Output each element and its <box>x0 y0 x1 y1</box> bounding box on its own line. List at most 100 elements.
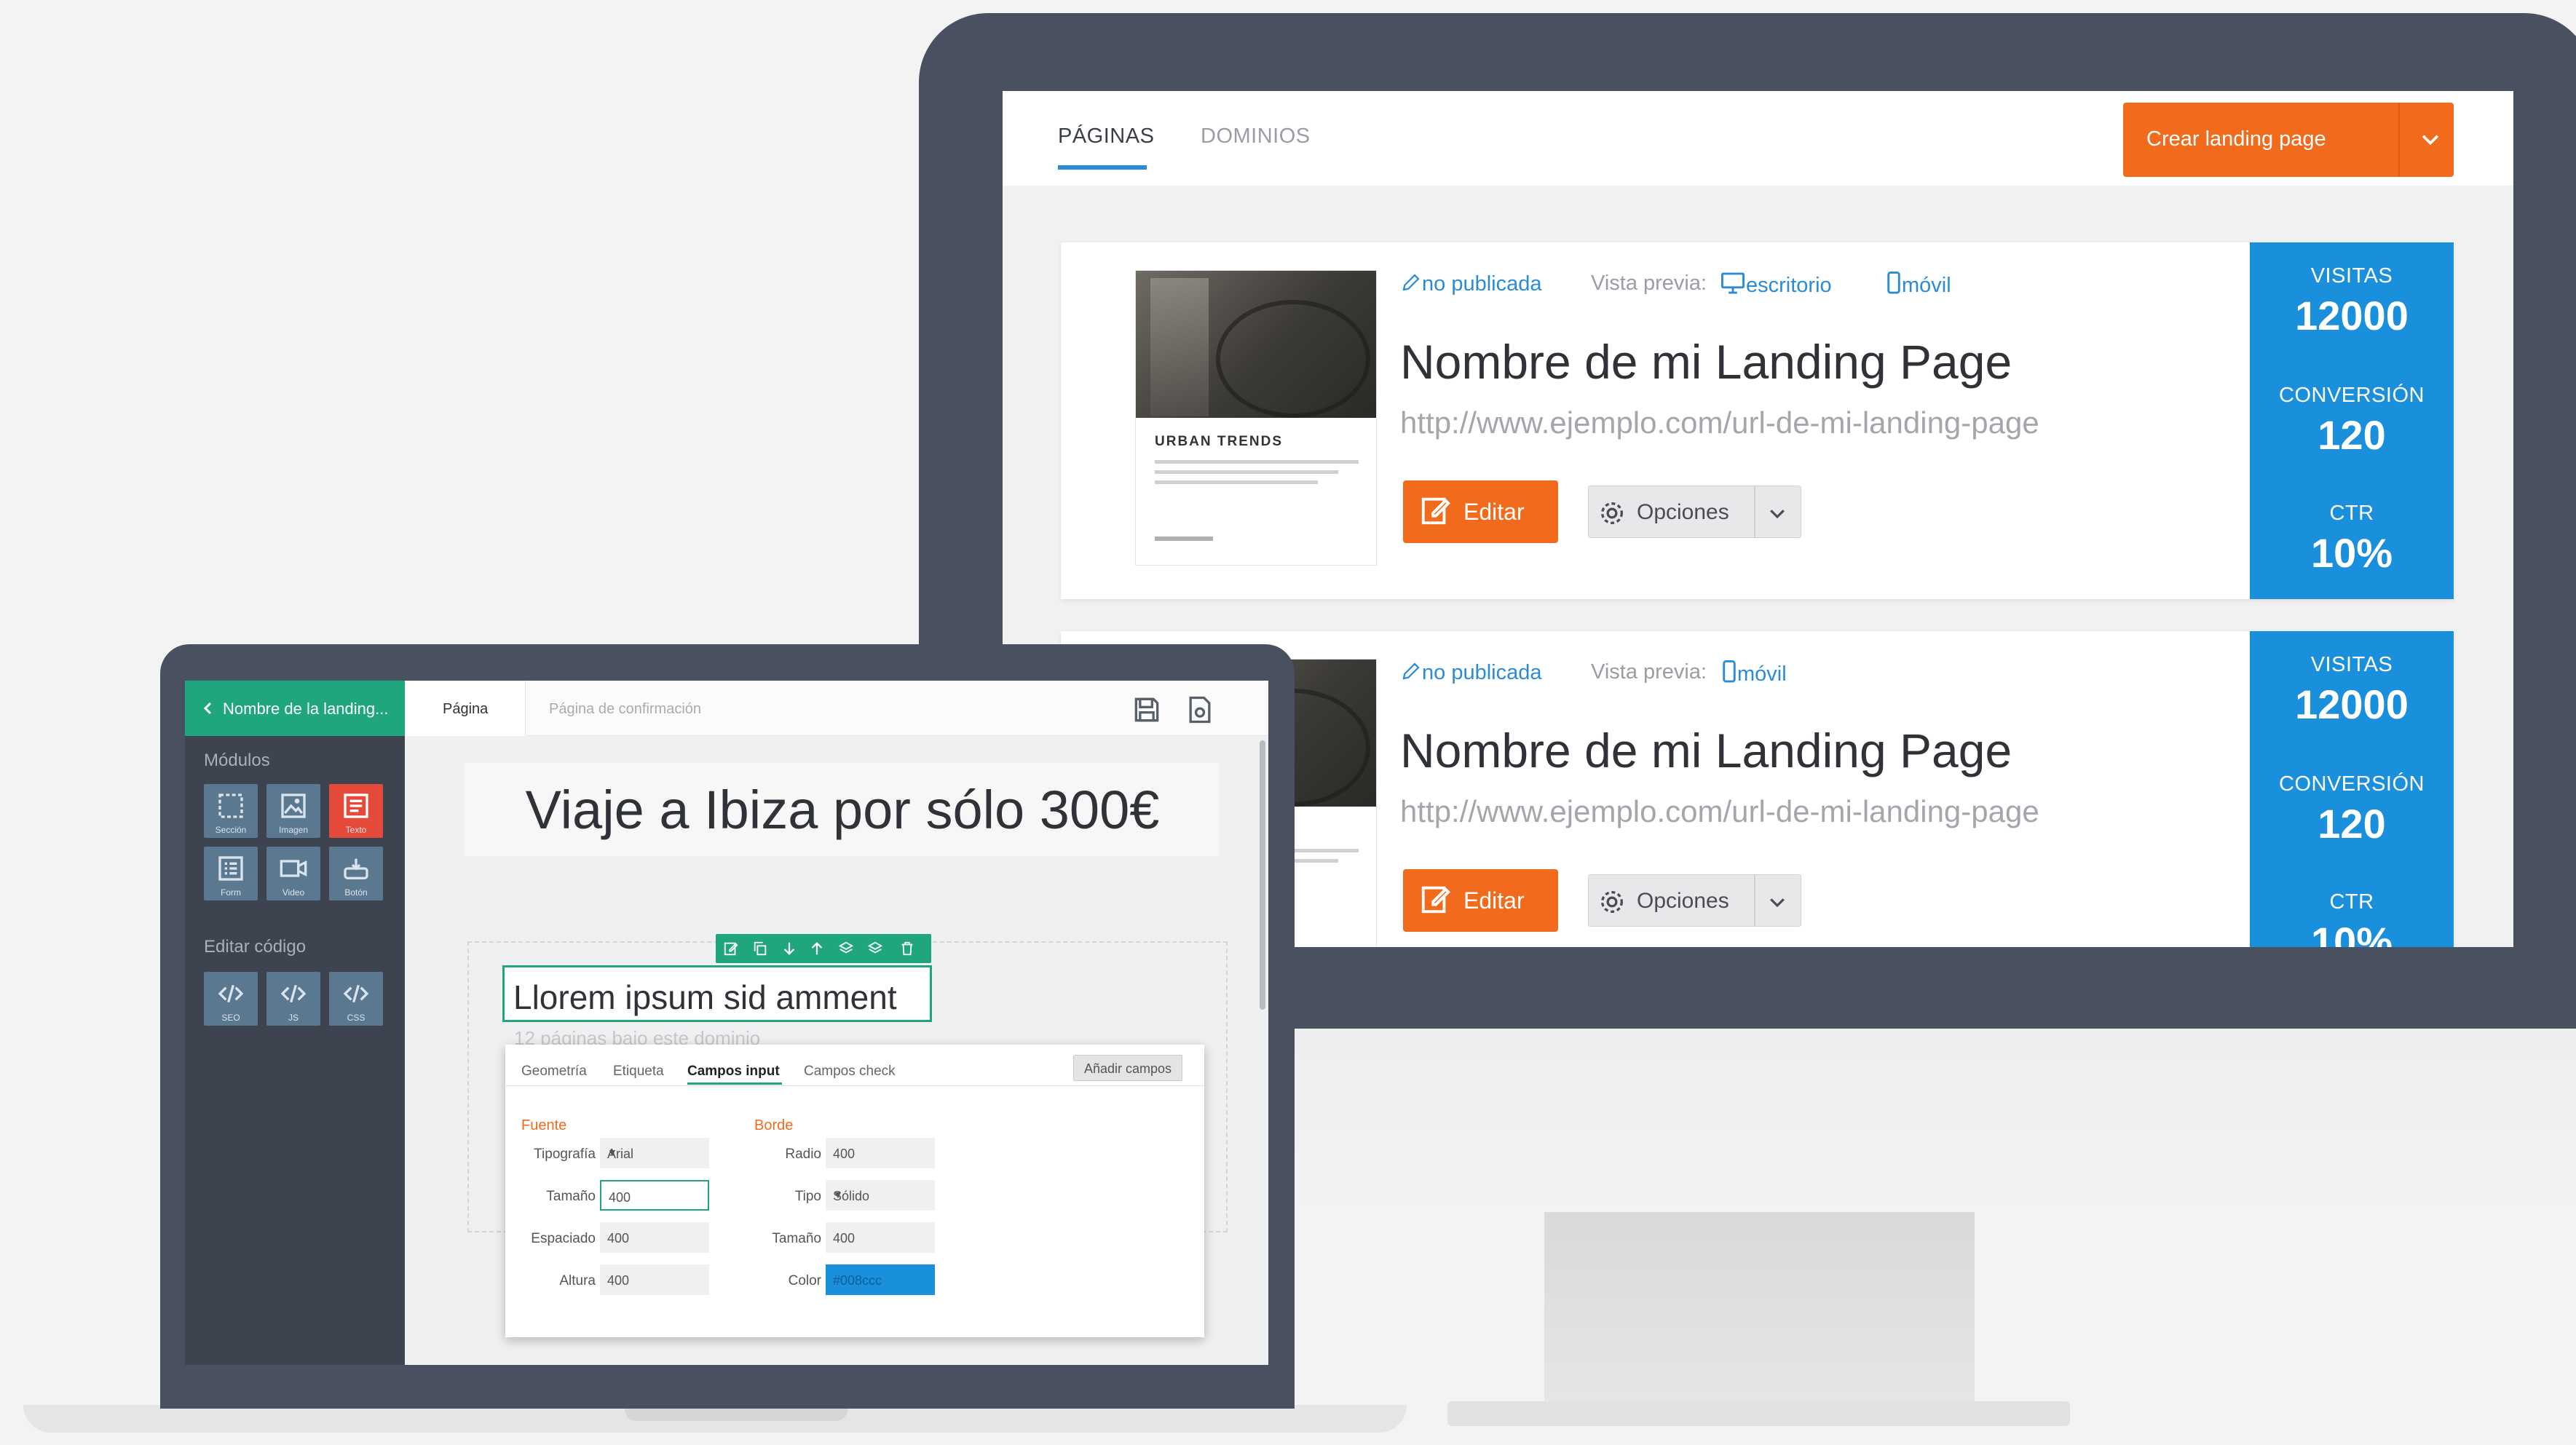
panel-tab-campos-input[interactable]: Campos input <box>687 1064 780 1080</box>
thumbnail-title: URBAN TRENDS <box>1155 434 1283 449</box>
trash-icon <box>901 941 913 956</box>
mobile-icon <box>1723 660 1736 683</box>
edit-button[interactable]: Editar <box>1403 480 1558 543</box>
video-icon <box>280 860 307 877</box>
border-color-input[interactable]: #008ccc <box>826 1264 935 1295</box>
code-css[interactable]: CSS <box>329 972 383 1026</box>
desktop-icon <box>1721 272 1745 294</box>
module-image[interactable]: Imagen <box>266 784 320 838</box>
module-video[interactable]: Video <box>266 847 320 900</box>
monitor-stand <box>1544 1212 1975 1407</box>
field-label: Tamaño <box>546 1189 596 1204</box>
landing-card: URBAN TRENDS no publicada Vista previa: … <box>1061 242 2454 599</box>
border-type-select[interactable]: Sólido ▼ <box>826 1180 935 1211</box>
panel-tab-campos-check[interactable]: Campos check <box>804 1064 896 1080</box>
edit-icon <box>724 942 738 956</box>
preview-icon[interactable] <box>1184 694 1216 726</box>
create-landing-page-label: Crear landing page <box>2146 127 2326 151</box>
tab-confirmacion[interactable]: Página de confirmación <box>549 701 701 718</box>
panel-tab-etiqueta[interactable]: Etiqueta <box>613 1064 664 1080</box>
letter-spacing-input[interactable]: 400 <box>600 1222 709 1253</box>
code-icon <box>218 984 244 1003</box>
panel-tab-geometria[interactable]: Geometría <box>521 1064 587 1080</box>
button-icon <box>344 858 368 879</box>
selected-text-element[interactable]: Llorem ipsum sid amment <box>502 965 932 1022</box>
options-button[interactable]: Opciones <box>1588 874 1801 927</box>
module-button[interactable]: Botón <box>329 847 383 900</box>
headline-text[interactable]: Viaje a Ibiza por sólo 300€ <box>464 779 1221 841</box>
form-icon <box>218 856 243 881</box>
headline-block[interactable]: Viaje a Ibiza por sólo 300€ <box>463 762 1220 857</box>
field-label: Altura <box>559 1273 596 1288</box>
edit-icon <box>1421 497 1450 525</box>
properties-panel: Geometría Etiqueta Campos input Campos c… <box>505 1045 1204 1337</box>
module-form[interactable]: Form <box>204 847 258 900</box>
status-link[interactable]: no publicada <box>1400 660 1541 685</box>
text-icon <box>344 793 368 818</box>
thumbnail-text-lines <box>1155 460 1359 491</box>
create-landing-page-button[interactable]: Crear landing page <box>2123 103 2454 177</box>
preview-mobile-link[interactable]: móvil <box>1886 272 1951 298</box>
border-radius-input[interactable]: 400 <box>826 1138 935 1168</box>
layers-icon <box>838 941 854 954</box>
code-seo[interactable]: SEO <box>204 972 258 1026</box>
tab-paginas[interactable]: PÁGINAS <box>1058 124 1154 149</box>
module-section[interactable]: Sección <box>204 784 258 838</box>
landing-thumbnail[interactable]: URBAN TRENDS <box>1135 270 1377 566</box>
arrow-up-icon <box>811 942 823 955</box>
visits-label: VISITAS <box>2310 653 2393 676</box>
preview-mobile-link[interactable]: móvil <box>1721 660 1787 686</box>
code-icon <box>280 984 307 1003</box>
chevron-left-icon <box>203 702 212 715</box>
conversion-label: CONVERSIÓN <box>2279 772 2425 796</box>
border-size-input[interactable]: 400 <box>826 1222 935 1253</box>
dashboard-topbar: PÁGINAS DOMINIOS Crear landing page <box>1003 91 2513 186</box>
gear-icon <box>1601 891 1623 913</box>
ctr-value: 10% <box>2310 530 2393 576</box>
field-label: Espaciado <box>531 1231 596 1246</box>
tab-pagina[interactable]: Página <box>405 681 526 736</box>
line-height-input[interactable]: 400 <box>600 1264 709 1295</box>
chevron-down-icon <box>1770 898 1785 908</box>
modules-title: Módulos <box>204 751 270 770</box>
pencil-icon <box>1402 274 1420 291</box>
landing-url[interactable]: http://www.ejemplo.com/url-de-mi-landing… <box>1400 794 2039 829</box>
field-label: Radio <box>785 1147 821 1162</box>
code-js[interactable]: JS <box>266 972 320 1026</box>
visits-value: 12000 <box>2295 293 2409 339</box>
conversion-label: CONVERSIÓN <box>2279 384 2425 407</box>
font-size-input[interactable]: 400 <box>600 1180 709 1211</box>
field-label: Color <box>788 1273 821 1288</box>
stats-panel: VISITAS 12000 CONVERSIÓN 120 CTR 10% <box>2250 631 2454 947</box>
field-label: Tipo <box>794 1189 821 1204</box>
preview-desktop-link[interactable]: escritorio <box>1720 272 1832 298</box>
back-button[interactable]: Nombre de la landing... <box>185 681 405 736</box>
image-icon <box>281 793 306 818</box>
conversion-value: 120 <box>2318 412 2386 458</box>
module-text[interactable]: Texto <box>329 784 383 838</box>
gear-icon <box>1601 502 1623 524</box>
chevron-down-icon <box>1770 510 1785 519</box>
add-fields-button[interactable]: Añadir campos <box>1073 1055 1182 1081</box>
landing-title[interactable]: Nombre de mi Landing Page <box>1400 334 2012 389</box>
landing-url[interactable]: http://www.ejemplo.com/url-de-mi-landing… <box>1400 405 2039 440</box>
element-toolbar <box>716 934 931 963</box>
edit-code-title: Editar código <box>204 937 307 957</box>
pencil-icon <box>1402 662 1420 680</box>
ctr-label: CTR <box>2329 890 2374 914</box>
code-icon <box>343 984 369 1003</box>
editor-scrollbar[interactable] <box>1260 740 1265 1010</box>
landing-title[interactable]: Nombre de mi Landing Page <box>1400 723 2012 778</box>
arrow-down-icon <box>783 942 795 955</box>
status-link[interactable]: no publicada <box>1400 272 1541 296</box>
tab-dominios[interactable]: DOMINIOS <box>1201 124 1311 149</box>
copy-icon <box>754 941 767 956</box>
options-button[interactable]: Opciones <box>1588 486 1801 538</box>
save-icon[interactable] <box>1131 694 1163 726</box>
edit-icon <box>1421 886 1450 914</box>
font-family-select[interactable]: Arial ▼ <box>600 1138 709 1168</box>
edit-button[interactable]: Editar <box>1403 869 1558 932</box>
conversion-value: 120 <box>2318 801 2386 847</box>
chevron-down-icon[interactable] <box>2418 127 2443 151</box>
editor-screen: Nombre de la landing... Módulos Sección … <box>185 681 1268 1365</box>
